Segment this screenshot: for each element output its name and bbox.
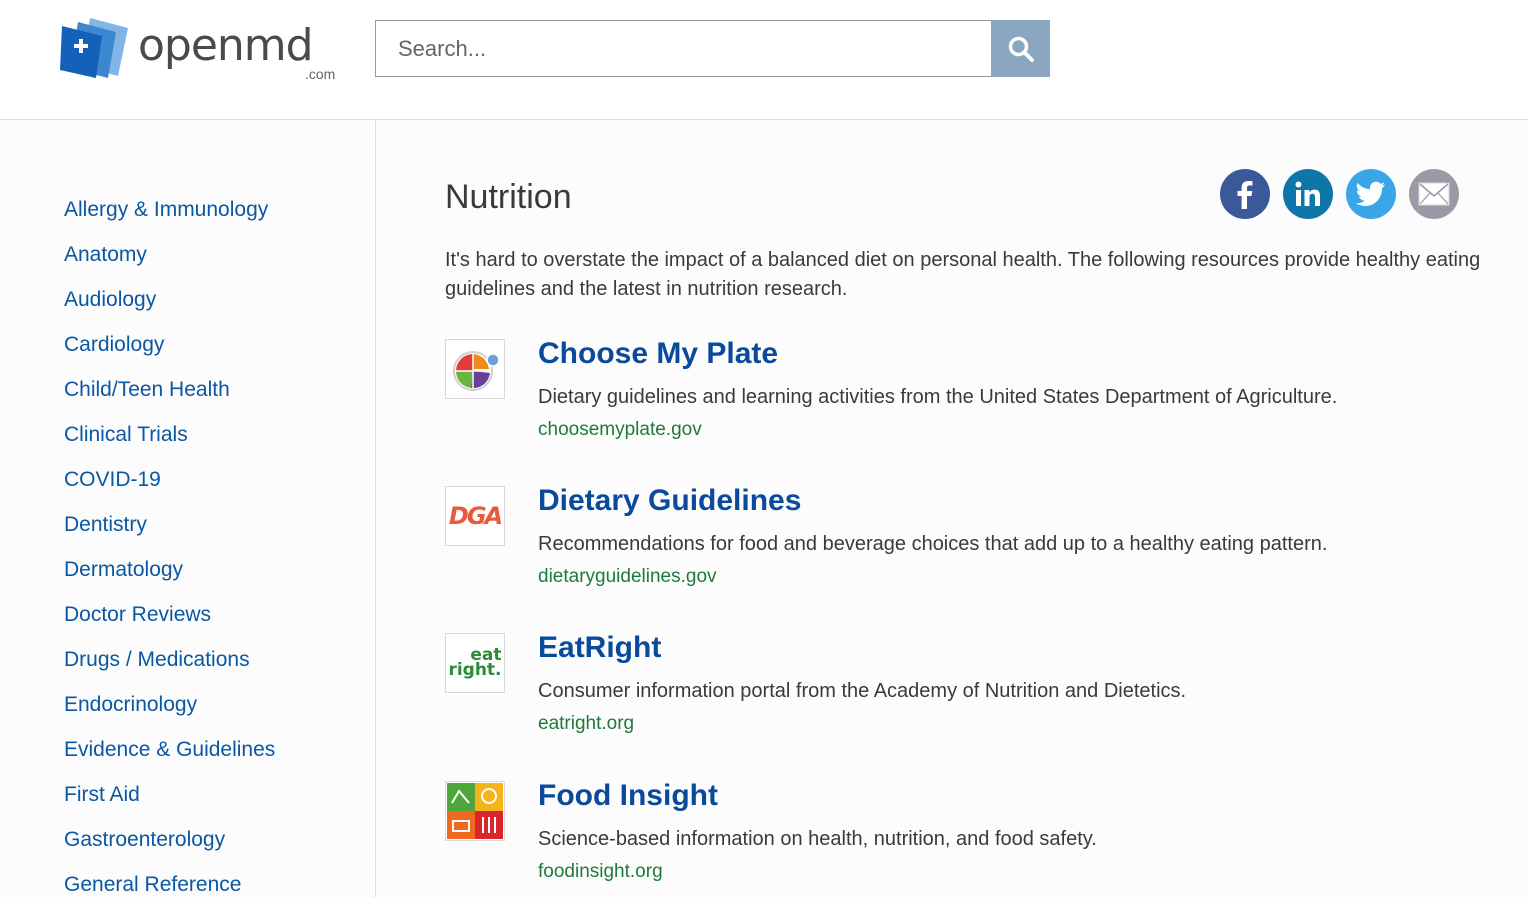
sidebar-item: Doctor Reviews xyxy=(64,601,275,646)
sidebar-item-first-aid[interactable]: First Aid xyxy=(64,783,140,806)
resource-item: Food Insight Science-based information o… xyxy=(445,779,1505,911)
category-list: Allergy & Immunology Anatomy Audiology C… xyxy=(64,196,275,916)
resource-thumbnail[interactable]: eat right. xyxy=(445,633,505,693)
resource-item: eat right. EatRight Consumer information… xyxy=(445,631,1505,763)
sidebar-item: Cardiology xyxy=(64,331,275,376)
resource-url-link[interactable]: dietaryguidelines.gov xyxy=(538,565,717,589)
site-header: openmd .com xyxy=(0,0,1528,120)
openmd-logo[interactable]: openmd .com xyxy=(60,16,350,86)
sidebar-item-audiology[interactable]: Audiology xyxy=(64,288,156,311)
sidebar-item: Dentistry xyxy=(64,511,275,556)
resource-url-link[interactable]: choosemyplate.gov xyxy=(538,418,702,442)
resource-url-link[interactable]: foodinsight.org xyxy=(538,860,663,884)
sidebar-item: Audiology xyxy=(64,286,275,331)
resource-title-link[interactable]: EatRight xyxy=(538,631,661,665)
search-icon xyxy=(1008,36,1034,62)
sidebar-item-clinical-trials[interactable]: Clinical Trials xyxy=(64,423,188,446)
sidebar-item: Child/Teen Health xyxy=(64,376,275,421)
eatright-logo-bottom: right. xyxy=(448,660,502,680)
facebook-share-button[interactable] xyxy=(1220,169,1270,219)
twitter-share-button[interactable] xyxy=(1346,169,1396,219)
eatright-logo-icon: eat right. xyxy=(448,647,502,680)
resource-description: Recommendations for food and beverage ch… xyxy=(538,533,1328,555)
resource-thumbnail[interactable] xyxy=(445,339,505,399)
resource-thumbnail[interactable]: DGA xyxy=(445,486,505,546)
logo-wordmark: openmd xyxy=(138,20,314,71)
search-button[interactable] xyxy=(991,20,1050,77)
sidebar-item: Anatomy xyxy=(64,241,275,286)
sidebar-item: First Aid xyxy=(64,781,275,826)
search-input[interactable] xyxy=(375,20,991,77)
sidebar-item-cardiology[interactable]: Cardiology xyxy=(64,333,164,356)
email-share-button[interactable] xyxy=(1409,169,1459,219)
openmd-logo-icon xyxy=(60,18,128,78)
category-sidebar: Allergy & Immunology Anatomy Audiology C… xyxy=(0,120,376,897)
page-title: Nutrition xyxy=(445,178,572,216)
linkedin-icon xyxy=(1295,181,1320,206)
sidebar-item-drugs-medications[interactable]: Drugs / Medications xyxy=(64,648,250,671)
sidebar-item-child-teen-health[interactable]: Child/Teen Health xyxy=(64,378,230,401)
sidebar-item-dentistry[interactable]: Dentistry xyxy=(64,513,147,536)
sidebar-item-endocrinology[interactable]: Endocrinology xyxy=(64,693,197,716)
main-content: Nutrition It's hard to overstate the imp… xyxy=(377,120,1528,897)
intro-text: It's hard to overstate the impact of a b… xyxy=(445,249,1481,300)
sidebar-item-evidence-guidelines[interactable]: Evidence & Guidelines xyxy=(64,738,275,761)
resource-description: Dietary guidelines and learning activiti… xyxy=(538,386,1338,408)
sidebar-item: COVID-19 xyxy=(64,466,275,511)
logo-tld: .com xyxy=(305,66,336,82)
email-icon xyxy=(1418,182,1450,206)
resource-description: Science-based information on health, nut… xyxy=(538,828,1097,850)
sidebar-item-gastroenterology[interactable]: Gastroenterology xyxy=(64,828,225,851)
sidebar-item-anatomy[interactable]: Anatomy xyxy=(64,243,147,266)
sidebar-item-allergy-immunology[interactable]: Allergy & Immunology xyxy=(64,198,268,221)
resource-url-link[interactable]: eatright.org xyxy=(538,712,634,736)
sidebar-item-covid-19[interactable]: COVID-19 xyxy=(64,468,161,491)
myplate-logo-icon xyxy=(453,351,500,391)
sidebar-item: Evidence & Guidelines xyxy=(64,736,275,781)
resource-title-link[interactable]: Food Insight xyxy=(538,779,718,813)
sidebar-item-doctor-reviews[interactable]: Doctor Reviews xyxy=(64,603,211,626)
sidebar-item: Clinical Trials xyxy=(64,421,275,466)
sidebar-item: Dermatology xyxy=(64,556,275,601)
search-form xyxy=(375,20,1050,77)
resource-thumbnail[interactable] xyxy=(445,781,505,841)
resource-item: DGA Dietary Guidelines Recommendations f… xyxy=(445,484,1505,616)
sidebar-item: General Reference xyxy=(64,871,275,916)
resource-description: Consumer information portal from the Aca… xyxy=(538,680,1187,702)
linkedin-share-button[interactable] xyxy=(1283,169,1333,219)
foodinsight-logo-icon xyxy=(447,783,503,839)
resource-item: Choose My Plate Dietary guidelines and l… xyxy=(445,337,1505,469)
sidebar-item: Gastroenterology xyxy=(64,826,275,871)
facebook-icon xyxy=(1237,181,1253,209)
resource-title-link[interactable]: Choose My Plate xyxy=(538,337,778,371)
sidebar-item: Endocrinology xyxy=(64,691,275,736)
dga-logo-icon: DGA xyxy=(448,502,503,530)
resource-title-link[interactable]: Dietary Guidelines xyxy=(538,484,801,518)
sidebar-item: Allergy & Immunology xyxy=(64,196,275,241)
sidebar-item-general-reference[interactable]: General Reference xyxy=(64,873,241,896)
sidebar-item-dermatology[interactable]: Dermatology xyxy=(64,558,183,581)
twitter-icon xyxy=(1356,181,1385,206)
share-buttons xyxy=(1220,169,1459,219)
sidebar-item: Drugs / Medications xyxy=(64,646,275,691)
